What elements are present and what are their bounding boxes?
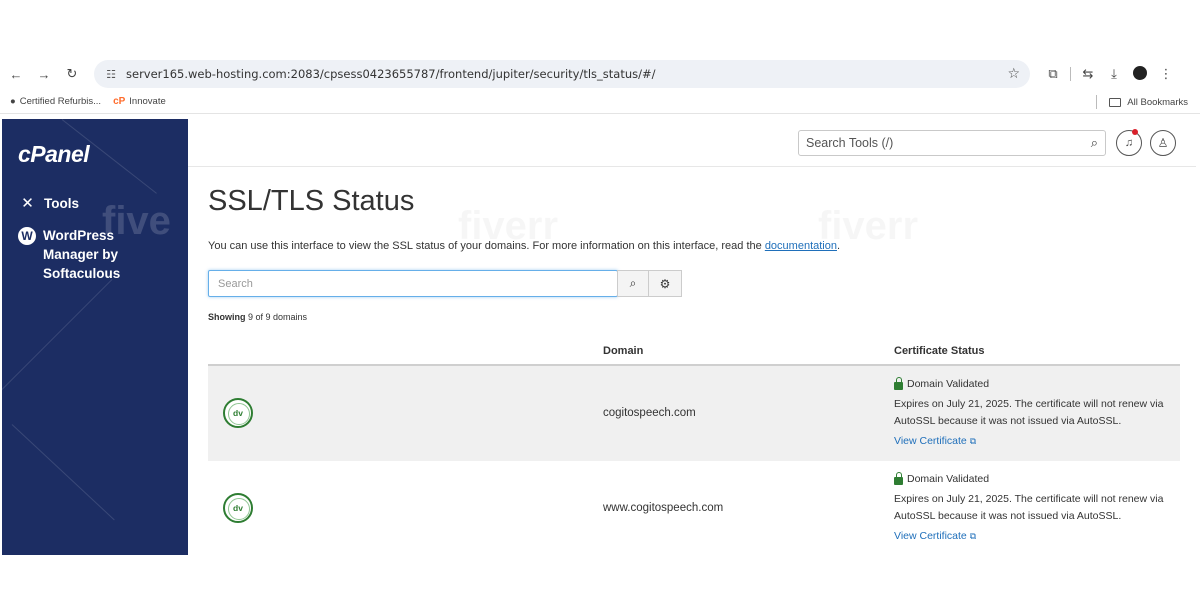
sidebar-item-label: WordPress Manager by Softaculous	[43, 228, 121, 281]
address-url[interactable]: server165.web-hosting.com:2083/cpsess042…	[126, 67, 656, 81]
external-link-icon: ⧉	[969, 531, 977, 541]
reload-icon[interactable]: ↻	[58, 60, 86, 88]
all-bookmarks-label: All Bookmarks	[1127, 96, 1188, 108]
showing-prefix: Showing	[208, 312, 246, 322]
menu-kebab-icon[interactable]: ⋮	[1153, 66, 1179, 82]
tools-icon: ✕	[21, 195, 34, 212]
bookmark-star-icon[interactable]: ☆	[1007, 65, 1020, 82]
column-header-domain[interactable]: Domain	[603, 345, 643, 357]
bookmark-label: Certified Refurbis...	[19, 96, 102, 107]
apple-icon: ●	[10, 96, 16, 107]
sidebar-item-wordpress-manager[interactable]: W WordPress Manager by Softaculous	[18, 226, 120, 283]
external-link-icon: ⧉	[969, 436, 977, 446]
back-icon[interactable]: ←	[2, 60, 30, 88]
gears-icon: ⚙	[659, 276, 671, 291]
certificate-status: Domain Validated Expires on July 21, 202…	[894, 471, 1184, 545]
toolbar-divider	[1070, 67, 1071, 81]
all-bookmarks[interactable]: All Bookmarks	[1096, 90, 1188, 114]
cpanel-bookmark-icon: cP	[113, 96, 126, 107]
search-button[interactable]: ⌕	[617, 270, 649, 297]
sidebar-decoration	[11, 424, 115, 521]
intro-text: You can use this interface to view the S…	[208, 240, 765, 252]
page-title: SSL/TLS Status	[208, 185, 415, 217]
validation-status: Domain Validated	[894, 376, 1184, 393]
bookmark-certified-refurbis[interactable]: ● Certified Refurbis...	[10, 96, 101, 107]
download-icon[interactable]: ⤓	[1101, 66, 1127, 82]
documentation-link[interactable]: documentation	[765, 240, 837, 252]
window-top-blank	[0, 0, 1200, 58]
view-certificate-label: View Certificate	[894, 435, 967, 447]
browser-toolbar: ← → ↻ ☷ server165.web-hosting.com:2083/c…	[0, 58, 1200, 90]
expiry-text: Expires on July 21, 2025. The certificat…	[894, 398, 1164, 427]
intro-end: .	[836, 240, 841, 252]
search-tools-input[interactable]: Search Tools (/) ⌕	[798, 130, 1106, 156]
address-bar[interactable]: ☷ server165.web-hosting.com:2083/cpsess0…	[94, 60, 1030, 88]
cpanel-topbar: Search Tools (/) ⌕ ♫ ♙	[188, 119, 1196, 167]
domain-search-placeholder: Search	[218, 277, 253, 290]
validation-status-label: Domain Validated	[907, 378, 990, 390]
bookmark-label: Innovate	[129, 96, 166, 107]
bookmarks-divider	[1096, 95, 1098, 109]
dv-badge-icon: dv	[223, 398, 253, 428]
view-certificate-label: View Certificate	[894, 530, 967, 542]
domain-name: www.cogitospeech.com	[603, 502, 724, 514]
showing-rest: 9 of 9 domains	[248, 312, 308, 322]
profile-avatar[interactable]	[1127, 65, 1153, 83]
translate-icon[interactable]: ⇆	[1075, 66, 1101, 82]
browser-actions: ⧉ ⇆ ⤓ ⋮	[1040, 58, 1179, 90]
search-tools-placeholder: Search Tools (/)	[806, 136, 894, 150]
notification-dot	[1132, 129, 1138, 135]
sidebar-item-tools[interactable]: ✕ Tools	[18, 194, 79, 213]
site-settings-icon[interactable]: ☷	[100, 68, 122, 81]
main-content: Search Tools (/) ⌕ ♫ ♙ fiverr fiverr SSL…	[188, 119, 1196, 556]
domain-name: cogitospeech.com	[603, 407, 696, 419]
view-certificate-link[interactable]: View Certificate ⧉	[894, 528, 976, 545]
showing-count: Showing 9 of 9 domains	[208, 312, 307, 322]
notifications-bell-icon[interactable]: ♫	[1116, 130, 1142, 156]
view-certificate-link[interactable]: View Certificate ⧉	[894, 433, 976, 450]
forward-icon[interactable]: →	[30, 60, 58, 88]
bookmark-innovate[interactable]: cP Innovate	[113, 96, 166, 107]
table-row: dv cogitospeech.com Domain Validated Exp…	[208, 366, 1180, 461]
page-description: You can use this interface to view the S…	[208, 240, 840, 252]
settings-button[interactable]: ⚙	[648, 270, 682, 297]
validation-status: Domain Validated	[894, 471, 1184, 488]
lock-icon	[894, 377, 903, 390]
table-row: dv www.cogitospeech.com Domain Validated…	[208, 461, 1180, 556]
expiry-text: Expires on July 21, 2025. The certificat…	[894, 493, 1164, 522]
column-header-certificate-status[interactable]: Certificate Status	[894, 345, 984, 357]
user-account-icon[interactable]: ♙	[1150, 130, 1176, 156]
domain-search-input[interactable]: Search	[208, 270, 618, 297]
dv-badge-icon: dv	[223, 493, 253, 523]
folder-icon	[1109, 97, 1122, 107]
cpanel-logo[interactable]: cPanel	[18, 141, 90, 168]
certificate-status: Domain Validated Expires on July 21, 202…	[894, 376, 1184, 450]
extensions-icon[interactable]: ⧉	[1040, 66, 1066, 82]
validation-status-label: Domain Validated	[907, 473, 990, 485]
search-icon: ⌕	[629, 276, 637, 290]
lock-icon	[894, 472, 903, 485]
search-icon[interactable]: ⌕	[1091, 135, 1098, 151]
cpanel-sidebar: five cPanel ✕ Tools W WordPress Manager …	[2, 119, 188, 555]
sidebar-item-label: Tools	[44, 196, 79, 211]
wordpress-icon: W	[18, 227, 36, 245]
bookmarks-bar: ● Certified Refurbis... cP Innovate All …	[0, 90, 1200, 114]
sidebar-decoration	[2, 278, 113, 400]
